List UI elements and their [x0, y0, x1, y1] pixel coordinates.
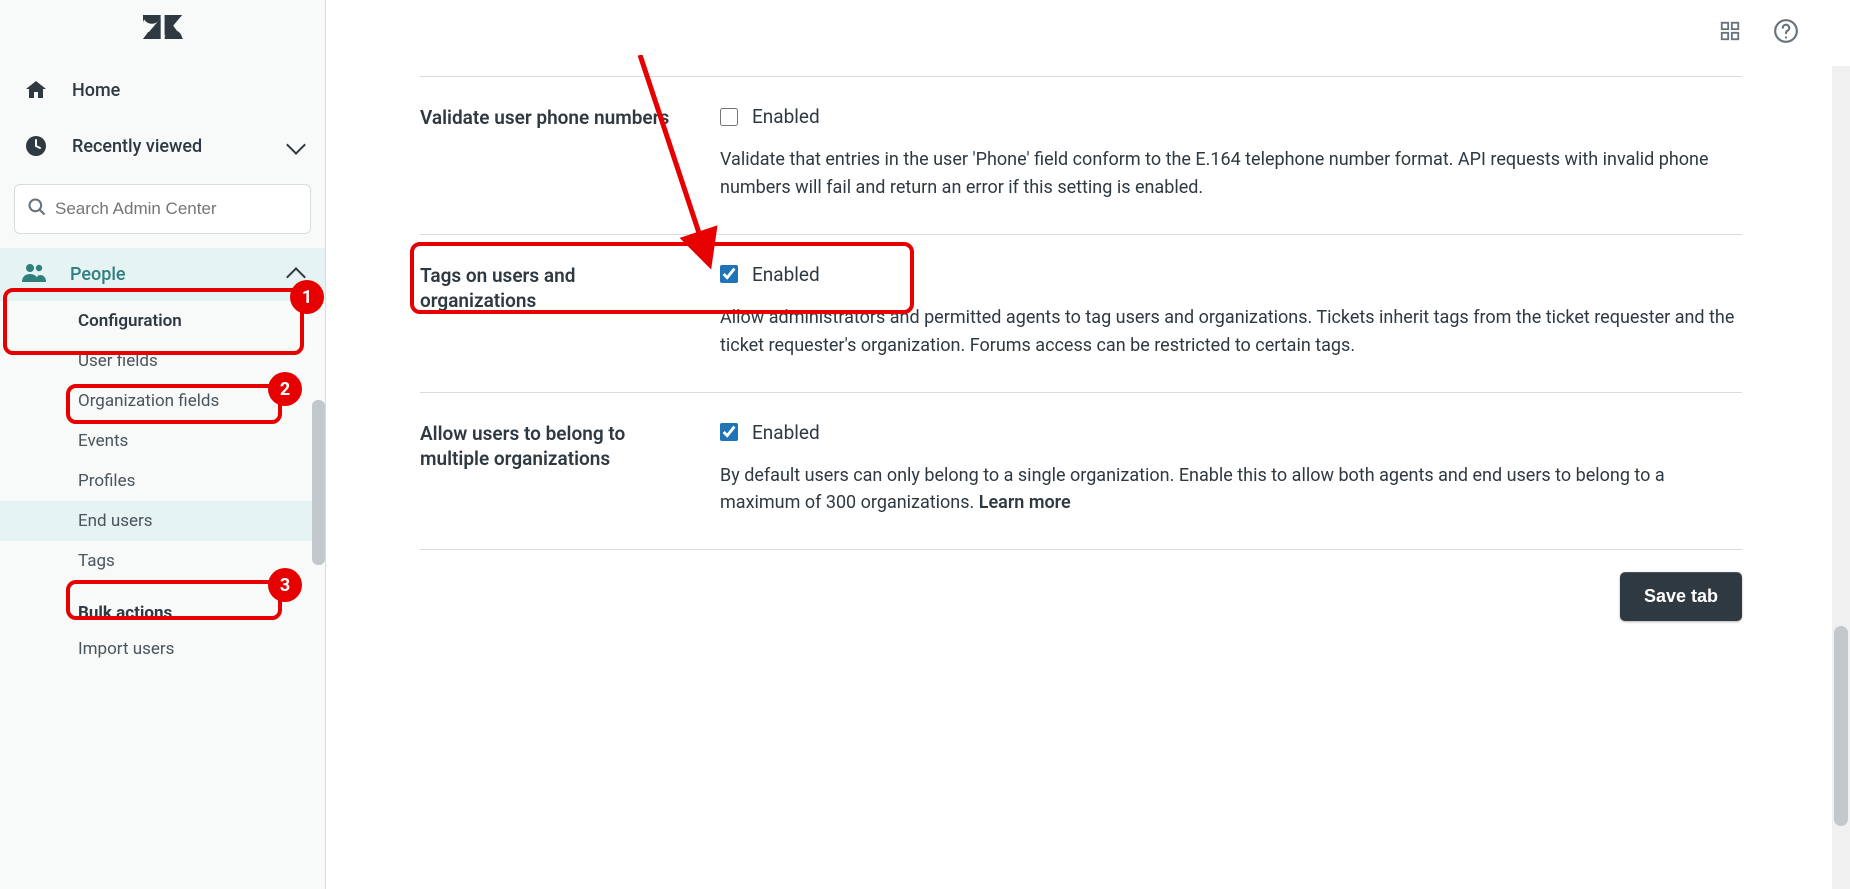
- main-scrollbar-track[interactable]: [1832, 66, 1850, 889]
- setting-tags-users-orgs-label: Tags on users and organizations: [420, 263, 680, 360]
- main-scrollbar-thumb[interactable]: [1834, 626, 1848, 826]
- search-container: [0, 174, 325, 248]
- subnav-tags[interactable]: Tags: [78, 541, 325, 581]
- people-icon: [22, 262, 48, 287]
- learn-more-link[interactable]: Learn more: [979, 492, 1071, 513]
- save-tab-button[interactable]: Save tab: [1620, 572, 1742, 621]
- setting-validate-phone-checkbox[interactable]: [720, 108, 738, 126]
- topbar: [326, 0, 1832, 62]
- nav-home-label: Home: [72, 80, 120, 101]
- apps-grid-button[interactable]: [1716, 17, 1744, 45]
- nav-home[interactable]: Home: [0, 62, 325, 118]
- search-box[interactable]: [14, 184, 311, 234]
- subnav-events[interactable]: Events: [78, 421, 325, 461]
- sidebar-scrollbar[interactable]: [312, 400, 325, 565]
- setting-tags-users-orgs-checkbox-label: Enabled: [752, 263, 820, 286]
- group-people-label: People: [70, 264, 126, 285]
- nav-recently-viewed[interactable]: Recently viewed: [0, 118, 325, 174]
- subnav-import-users[interactable]: Import users: [78, 629, 325, 669]
- setting-tags-users-orgs: Tags on users and organizations Enabled …: [420, 235, 1742, 393]
- help-button[interactable]: [1772, 17, 1800, 45]
- zendesk-logo: [0, 0, 325, 62]
- search-input[interactable]: [55, 199, 298, 219]
- subnav-user-fields[interactable]: User fields: [78, 341, 325, 381]
- subnav-configuration-header[interactable]: Configuration: [78, 301, 325, 341]
- nav-recently-viewed-label: Recently viewed: [72, 136, 202, 157]
- chevron-down-icon: [289, 136, 303, 157]
- setting-validate-phone-checkbox-label: Enabled: [752, 105, 820, 128]
- setting-validate-phone-desc: Validate that entries in the user 'Phone…: [720, 146, 1742, 202]
- setting-multi-orgs-checkbox-label: Enabled: [752, 421, 820, 444]
- setting-validate-phone-label: Validate user phone numbers: [420, 105, 680, 202]
- clock-icon: [22, 134, 50, 158]
- subnav-profiles[interactable]: Profiles: [78, 461, 325, 501]
- subnav-people: Configuration User fields Organization f…: [0, 301, 325, 669]
- setting-multi-orgs-checkbox[interactable]: [720, 423, 738, 441]
- subnav-end-users[interactable]: End users: [0, 501, 325, 541]
- home-icon: [22, 78, 50, 102]
- subnav-organization-fields[interactable]: Organization fields: [78, 381, 325, 421]
- setting-multi-orgs: Allow users to belong to multiple organi…: [420, 393, 1742, 551]
- sidebar: Home Recently viewed People Configuratio…: [0, 0, 326, 889]
- setting-multi-orgs-label: Allow users to belong to multiple organi…: [420, 421, 680, 518]
- setting-tags-users-orgs-checkbox[interactable]: [720, 265, 738, 283]
- subnav-bulk-header: Bulk actions: [78, 581, 325, 629]
- zendesk-logo-icon: [143, 15, 183, 47]
- setting-tags-users-orgs-desc: Allow administrators and permitted agent…: [720, 304, 1742, 360]
- chevron-up-icon: [289, 264, 303, 285]
- setting-multi-orgs-desc-text: By default users can only belong to a si…: [720, 465, 1665, 514]
- setting-multi-orgs-desc: By default users can only belong to a si…: [720, 462, 1742, 518]
- group-people[interactable]: People: [0, 248, 325, 301]
- search-icon: [27, 197, 47, 221]
- setting-validate-phone: Validate user phone numbers Enabled Vali…: [420, 77, 1742, 235]
- main-content: Validate user phone numbers Enabled Vali…: [326, 62, 1832, 889]
